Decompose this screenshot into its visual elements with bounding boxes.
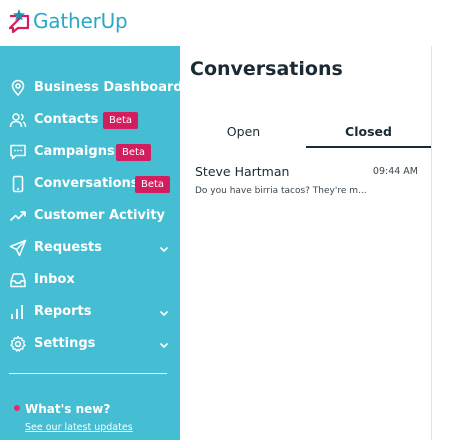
sidebar-item-label: Settings	[34, 336, 96, 351]
sidebar-item-business-dashboard[interactable]: Business Dashboard	[0, 74, 183, 102]
sidebar-item-label: Customer Activity	[34, 208, 166, 223]
latest-updates-link[interactable]: See our latest updates	[25, 422, 133, 433]
sidebar-item-label: Requests	[34, 240, 102, 255]
panel-divider	[431, 46, 432, 440]
message-time: 09:44 AM	[372, 166, 418, 177]
beta-badge: Beta	[135, 176, 171, 193]
tab-open[interactable]: Open	[181, 124, 306, 146]
sidebar-item-reports[interactable]: Reports	[0, 298, 180, 326]
bar-chart-icon	[11, 305, 23, 319]
sidebar-item-label: Reports	[34, 304, 92, 319]
gatherup-logo[interactable]: GatherUp	[8, 8, 128, 34]
active-tab-indicator	[306, 146, 431, 148]
beta-badge: Beta	[103, 112, 139, 129]
sidebar: Business Dashboard Contacts Beta Campaig…	[0, 46, 183, 440]
sidebar-item-label: Contacts	[34, 112, 99, 127]
sidebar-item-settings[interactable]: Settings	[0, 330, 180, 358]
sidebar-item-label: Campaigns	[34, 144, 115, 159]
chevron-down-icon[interactable]	[158, 339, 170, 351]
notification-dot	[14, 405, 20, 411]
sidebar-item-inbox[interactable]: Inbox	[0, 266, 180, 294]
sidebar-item-contacts[interactable]: Contacts Beta	[0, 106, 180, 134]
sidebar-item-label: Business Dashboard	[34, 80, 183, 95]
contact-name: Steve Hartman	[195, 164, 290, 179]
sidebar-item-campaigns[interactable]: Campaigns Beta	[0, 138, 180, 166]
tab-closed[interactable]: Closed	[306, 124, 431, 146]
beta-badge: Beta	[116, 144, 152, 161]
inbox-icon	[10, 273, 26, 288]
chat-bubble-icon	[10, 144, 26, 160]
trend-up-icon	[9, 211, 26, 222]
top-bar: GatherUp	[0, 0, 471, 46]
page-title: Conversations	[190, 58, 343, 80]
conversation-list-item[interactable]: Steve Hartman 09:44 AM Do you have birri…	[181, 150, 431, 206]
chevron-down-icon[interactable]	[158, 243, 170, 255]
sidebar-item-conversations[interactable]: Conversations Beta	[0, 170, 180, 198]
send-icon	[9, 239, 27, 257]
map-pin-icon	[11, 79, 25, 97]
logo-text: GatherUp	[33, 9, 128, 33]
message-preview: Do you have birria tacos? They're m...	[195, 186, 367, 196]
logo-star-bubble-icon	[8, 9, 30, 34]
gear-icon	[10, 335, 26, 352]
sidebar-item-label: Inbox	[34, 272, 75, 287]
phone-icon	[12, 175, 24, 193]
whats-new-heading: What's new?	[25, 402, 111, 416]
sidebar-item-label: Conversations	[34, 176, 139, 191]
users-icon	[9, 113, 27, 128]
chevron-down-icon[interactable]	[158, 307, 170, 319]
sidebar-item-customer-activity[interactable]: Customer Activity	[0, 202, 180, 230]
sidebar-divider	[9, 373, 167, 374]
sidebar-item-requests[interactable]: Requests	[0, 234, 180, 262]
